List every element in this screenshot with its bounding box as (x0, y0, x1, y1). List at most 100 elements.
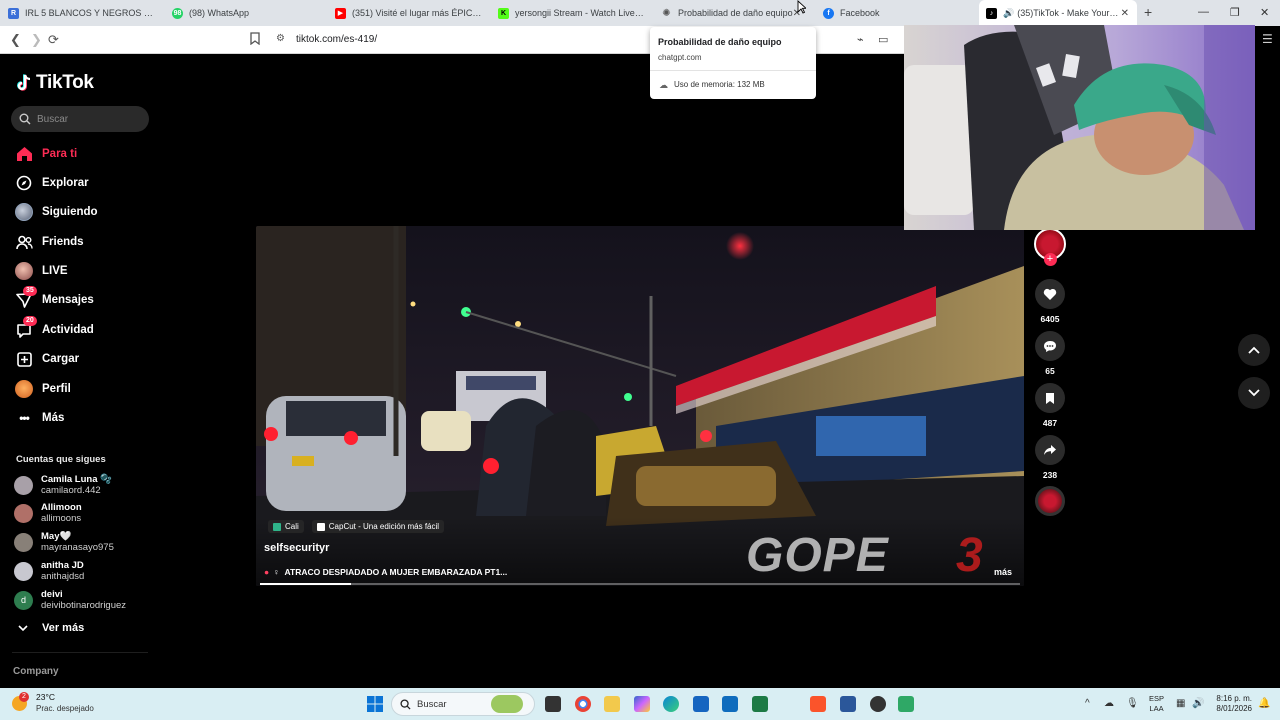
company-link[interactable]: Company (13, 666, 59, 677)
new-tab-button[interactable]: + (1144, 4, 1152, 20)
close-window-icon[interactable]: ✕ (1260, 6, 1269, 19)
word-icon[interactable] (840, 696, 856, 712)
wifi-icon[interactable]: ▦ (1176, 698, 1185, 709)
following-account[interactable]: May🤍 mayranasayo975 (14, 529, 114, 555)
notifications-icon[interactable]: 🔔 (1258, 698, 1270, 709)
edge-icon[interactable] (663, 696, 679, 712)
messages-icon: 35 (15, 286, 37, 309)
tab-label: (35)TikTok - Make Your Day (1017, 8, 1121, 18)
minimize-icon[interactable]: — (1198, 6, 1209, 18)
start-icon[interactable] (367, 696, 383, 712)
webcam-overlay (904, 25, 1255, 230)
chrome-icon[interactable] (575, 696, 591, 712)
no-cast-icon[interactable]: ⌁ (857, 33, 864, 46)
caption-text: ATRACO DESPIADADO A MUJER EMBARAZADA PT1… (284, 567, 508, 577)
nav-mas[interactable]: ••• Más (15, 408, 64, 428)
browser-menu-icon[interactable]: ☰ (1262, 32, 1273, 46)
back-icon[interactable]: ❮ (10, 32, 21, 48)
nav-actividad[interactable]: 20 Actividad (15, 316, 94, 340)
volume-icon[interactable]: 🔊 (1192, 698, 1204, 709)
tab-kick[interactable]: K yersongii Stream - Watch Live on Ki (498, 0, 644, 26)
anchor-label: CapCut - Una edición más fácil (328, 522, 440, 531)
copilot-icon[interactable] (634, 696, 650, 712)
see-more-label: Ver más (42, 622, 85, 634)
like-button[interactable]: 6405 (1034, 279, 1066, 324)
see-more-button[interactable]: Ver más (18, 622, 84, 634)
youtube-icon: ▶ (335, 7, 346, 19)
kick-icon: K (498, 7, 509, 19)
author-avatar-button[interactable]: + (1034, 228, 1066, 266)
store-icon[interactable] (693, 696, 709, 712)
cast-icon[interactable]: ▭ (878, 33, 888, 46)
capcut-anchor[interactable]: CapCut - Una edición más fácil (311, 520, 445, 533)
nav-label: Cargar (42, 353, 80, 365)
share-icon (1035, 435, 1065, 465)
previous-video-button[interactable] (1238, 334, 1270, 366)
video-player[interactable]: GOPE 3 Cali CapCut - Una edición más fác… (256, 226, 1024, 586)
clock[interactable]: 8:16 p. m. 8/01/2026 (1210, 694, 1252, 714)
close-tab-icon[interactable]: ✕ (1121, 8, 1129, 19)
task-view-icon[interactable] (545, 696, 561, 712)
excel-icon[interactable] (752, 696, 768, 712)
restore-icon[interactable]: ❐ (1230, 6, 1240, 19)
nav-siguiendo[interactable]: Siguiendo (15, 202, 98, 222)
tab-tiktok[interactable]: ♪ 🔊 (35)TikTok - Make Your Day ✕ (979, 0, 1137, 26)
next-video-button[interactable] (1238, 377, 1270, 409)
nav-cargar[interactable]: Cargar (15, 349, 79, 369)
live-avatar-icon (15, 262, 33, 280)
save-button[interactable]: 487 (1034, 383, 1066, 428)
site-settings-icon[interactable]: ⚙ (276, 33, 285, 44)
search-input[interactable] (37, 113, 137, 125)
comment-count: 65 (1045, 366, 1055, 376)
taskbar-search[interactable] (391, 692, 535, 716)
nav-mensajes[interactable]: 35 Mensajes (15, 286, 94, 310)
nav-live[interactable]: LIVE (15, 261, 68, 281)
outlook-icon[interactable] (722, 696, 738, 712)
weather-widget[interactable]: 2 23°C Prac. despejado (12, 692, 94, 714)
account-display-name: May🤍 (41, 530, 72, 542)
language-indicator[interactable]: ESP LAA (1149, 694, 1164, 714)
sound-disc-button[interactable] (1034, 486, 1066, 516)
comment-button[interactable]: 65 (1034, 331, 1066, 376)
clock-time: 8:16 p. m. (1216, 694, 1252, 703)
forward-icon[interactable]: ❯ (31, 32, 42, 48)
following-account[interactable]: Camila Luna 🫧 camilaord.442 (14, 472, 112, 498)
following-avatar-icon (15, 203, 33, 221)
caption-more-button[interactable]: más (994, 567, 1012, 577)
share-count: 238 (1042, 470, 1058, 480)
chevron-up-icon (1248, 346, 1260, 354)
tab-facebook[interactable]: f Facebook (823, 0, 973, 26)
address-bar[interactable]: tiktok.com/es-419/ (296, 34, 377, 45)
following-account[interactable]: Allimoon allimoons (14, 500, 82, 526)
following-account[interactable]: anitha JD anithajdsd (14, 558, 84, 584)
bookmark-icon[interactable] (250, 32, 260, 50)
follow-plus-icon[interactable]: + (1043, 253, 1057, 266)
weather-icon: 2 (12, 692, 30, 712)
share-button[interactable]: 238 (1034, 435, 1066, 480)
nav-explorar[interactable]: Explorar (15, 173, 89, 193)
video-progress-bar[interactable] (260, 583, 1020, 585)
microphone-icon[interactable]: 🎙 (1126, 698, 1139, 709)
notepad-icon[interactable] (898, 696, 914, 712)
nav-friends[interactable]: Friends (15, 232, 84, 252)
tab-hover-card: Probabilidad de daño equipo chatgpt.com … (650, 27, 816, 99)
tiktok-logo[interactable]: TikTok (16, 72, 94, 94)
location-anchor[interactable]: Cali (268, 520, 304, 533)
search-box[interactable] (11, 106, 149, 132)
tab-chatgpt[interactable]: ✺ Probabilidad de daño equipo ✕ (661, 0, 809, 26)
tab-youtube[interactable]: ▶ (351) Visité el lugar más ÉPICO de lo (335, 0, 483, 26)
nav-perfil[interactable]: Perfil (15, 379, 71, 399)
following-account[interactable]: d deivi deivibotinarodriguez (14, 587, 126, 613)
network-icon[interactable]: ☁ (1104, 698, 1114, 709)
tab-whatsapp[interactable]: 98 (98) WhatsApp (172, 0, 322, 26)
show-hidden-icons[interactable]: ^ (1085, 698, 1090, 709)
obs-icon[interactable] (870, 696, 886, 712)
avatar (14, 532, 33, 552)
taskbar-search-input[interactable] (417, 698, 487, 710)
reload-icon[interactable]: ⟳ (48, 32, 59, 48)
video-author[interactable]: selfsecurityr (264, 542, 329, 554)
nav-para-ti[interactable]: Para ti (15, 144, 77, 164)
tab-irl[interactable]: R IRL 5 BLANCOS Y NEGROS CARNAB (8, 0, 158, 26)
file-explorer-icon[interactable] (604, 696, 620, 712)
brave-icon[interactable] (810, 696, 826, 712)
